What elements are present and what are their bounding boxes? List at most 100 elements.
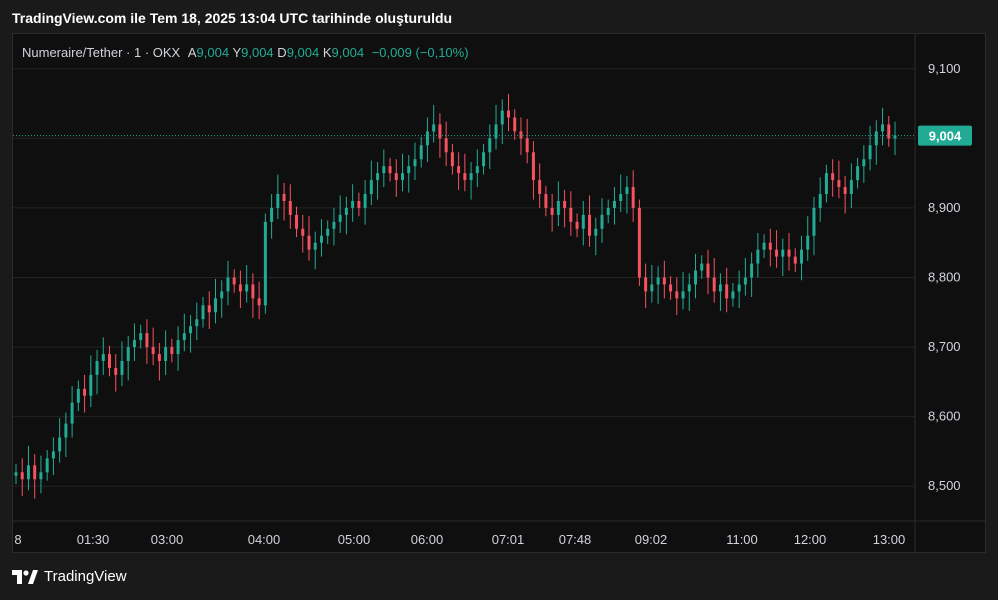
candle-body: [488, 138, 492, 153]
close-value: 9,004: [331, 45, 365, 60]
candle-body: [33, 465, 37, 480]
candle-body: [831, 173, 835, 181]
candle-body: [843, 187, 847, 195]
candle-body: [662, 277, 666, 285]
candle-body: [712, 277, 716, 292]
x-tick-label: 07:48: [559, 532, 592, 547]
candle-body: [83, 388, 87, 396]
candle-body: [581, 214, 585, 229]
candle-body: [482, 152, 486, 167]
candle-body: [164, 347, 168, 361]
candle-body: [251, 284, 255, 299]
candle-body: [195, 319, 199, 327]
candle-body: [706, 263, 710, 278]
high-label: Y: [232, 45, 242, 60]
candle-body: [594, 228, 598, 236]
candle-body: [89, 374, 93, 396]
candle-body: [39, 472, 43, 480]
candle-body: [837, 180, 841, 188]
candle-body: [220, 291, 224, 299]
candle-body: [750, 263, 754, 278]
x-tick-label: 8: [14, 532, 21, 547]
x-tick-label: 03:00: [151, 532, 184, 547]
open-value: 9,004: [196, 45, 230, 60]
candle-body: [612, 200, 616, 208]
candle-body: [694, 270, 698, 285]
candle-body: [382, 166, 386, 174]
candle-body: [64, 423, 68, 438]
candle-body: [388, 166, 392, 174]
candle-body: [743, 277, 747, 285]
candle-body: [475, 166, 479, 174]
candle-body: [45, 458, 49, 473]
y-tick-label: 9,100: [928, 61, 961, 76]
candle-body: [506, 110, 510, 118]
candle-body: [675, 291, 679, 299]
x-tick-label: 13:00: [873, 532, 906, 547]
candle-body: [687, 284, 691, 292]
candle-body: [344, 207, 348, 215]
candle-body: [450, 152, 454, 167]
candle-body: [432, 124, 436, 132]
candle-body: [438, 124, 442, 139]
candle-body: [725, 284, 729, 299]
x-tick-label: 01:30: [77, 532, 110, 547]
candle-body: [625, 187, 629, 195]
candle-body: [781, 249, 785, 257]
candlestick-chart[interactable]: 8,5008,6008,7008,8008,9009,0009,100801:3…: [0, 0, 998, 600]
candle-body: [120, 360, 124, 375]
candle-body: [189, 326, 193, 334]
candle-body: [787, 249, 791, 257]
candle-body: [288, 200, 292, 215]
footer-brand[interactable]: TradingView: [12, 568, 127, 585]
chart-legend: Numeraire/Tether · 1 · OKX A9,004 Y9,004…: [22, 45, 469, 60]
candle-body: [307, 235, 311, 250]
candle-body: [263, 221, 267, 306]
candle-body: [550, 207, 554, 215]
candle-body: [282, 194, 286, 201]
candle-body: [494, 124, 498, 139]
candle-body: [756, 249, 760, 264]
y-tick-label: 8,900: [928, 200, 961, 215]
candle-body: [332, 221, 336, 229]
close-label: K: [322, 45, 332, 60]
candle-body: [444, 138, 448, 153]
candle-body: [563, 200, 567, 208]
candle-body: [413, 159, 417, 167]
candle-body: [301, 228, 305, 236]
candle-body: [631, 187, 635, 208]
candle-body: [887, 124, 891, 139]
candle-body: [351, 200, 355, 208]
candle-body: [824, 173, 828, 195]
candle-body: [76, 388, 80, 403]
candle-body: [793, 256, 797, 264]
candle-body: [401, 173, 405, 181]
candle-body: [637, 207, 641, 278]
candle-body: [737, 284, 741, 292]
candle-body: [170, 347, 174, 355]
y-tick-label: 8,500: [928, 478, 961, 493]
candle-body: [58, 437, 62, 452]
symbol-label[interactable]: Numeraire/Tether · 1 · OKX: [22, 45, 180, 60]
candle-body: [731, 291, 735, 299]
candle-body: [799, 249, 803, 264]
candle-body: [145, 333, 149, 348]
candle-body: [213, 298, 217, 313]
candle-body: [669, 284, 673, 292]
candle-body: [762, 242, 766, 250]
tradingview-logo-icon: [12, 569, 38, 584]
candle-body: [868, 145, 872, 160]
candle-body: [656, 277, 660, 285]
candle-body: [176, 340, 180, 355]
candle-body: [862, 159, 866, 167]
candle-body: [500, 110, 504, 125]
candle-body: [232, 277, 236, 285]
candle-body: [201, 305, 205, 320]
candle-body: [718, 284, 722, 292]
candle-body: [818, 194, 822, 208]
candle-body: [407, 166, 411, 174]
candle-body: [338, 214, 342, 222]
candle-body: [419, 145, 423, 160]
candle-body: [319, 235, 323, 243]
candle-body: [114, 367, 118, 375]
